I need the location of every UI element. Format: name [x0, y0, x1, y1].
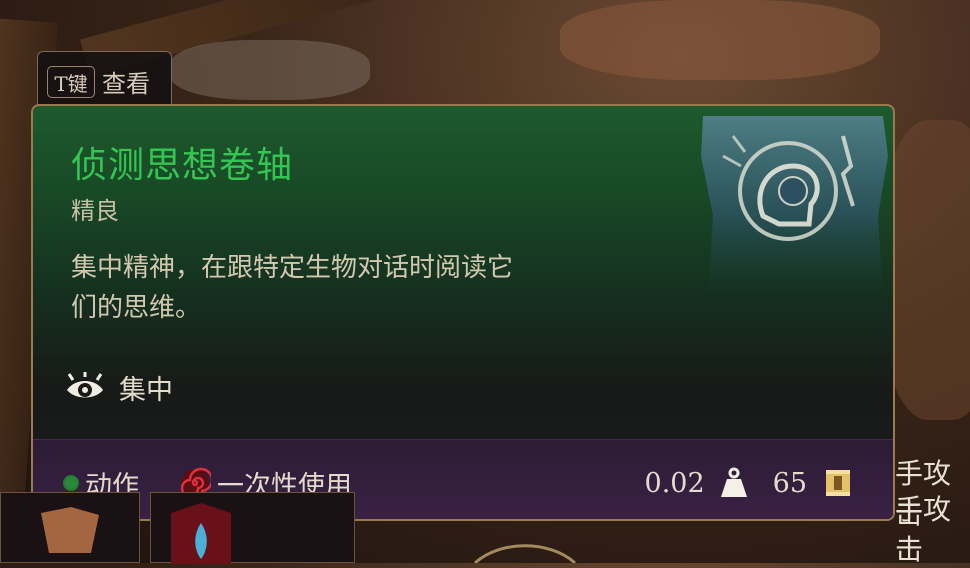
- view-label: 查看: [102, 70, 150, 98]
- t-key-icon: T键: [47, 66, 95, 98]
- item-title: 侦测思想卷轴: [71, 145, 294, 186]
- weight-icon: [720, 467, 747, 497]
- side-hotbar-text: 手攻击: [895, 493, 952, 566]
- hotbar-slot[interactable]: [0, 492, 140, 563]
- description-line: 们的思维。: [71, 293, 202, 323]
- scroll-of-detect-thoughts-icon: [701, 116, 888, 296]
- description-line: 集中精神，在跟特定生物对话时阅读它: [71, 253, 514, 283]
- background-rock: [170, 40, 370, 100]
- item-description: 集中精神，在跟特定生物对话时阅读它 们的思维。: [71, 248, 631, 328]
- concentration-tag: 集中: [63, 368, 173, 407]
- item-tooltip: 侦测思想卷轴 精良 集中精神，在跟特定生物对话时阅读它 们的思维。 集中 动作: [31, 104, 895, 521]
- weight-stat: 0.02: [645, 467, 749, 499]
- gold-value: 65: [772, 467, 807, 499]
- concentration-eye-icon: [67, 371, 103, 397]
- action-dot-icon: [63, 475, 79, 491]
- armor-icon: [41, 507, 99, 553]
- view-key-hint[interactable]: T键 查看: [37, 51, 172, 107]
- ornament-icon: [473, 544, 577, 563]
- background-rock: [560, 0, 880, 80]
- hotbar-slot[interactable]: [150, 492, 355, 564]
- fire-spell-icon: [171, 503, 231, 564]
- item-rarity: 精良: [71, 197, 119, 225]
- concentration-label: 集中: [119, 375, 173, 406]
- gold-coin-icon: [826, 470, 850, 496]
- gold-value-stat: 65: [773, 467, 853, 499]
- weight-value: 0.02: [644, 467, 705, 499]
